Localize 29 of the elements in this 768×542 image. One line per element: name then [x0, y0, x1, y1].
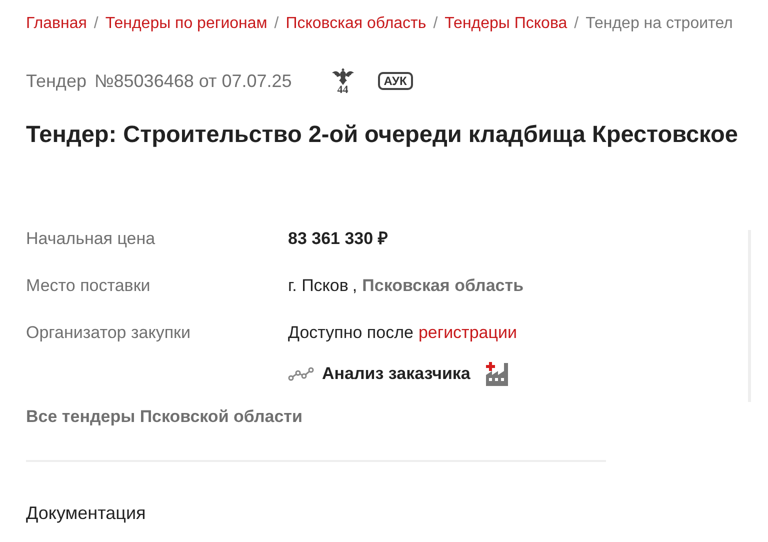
registration-link[interactable]: регистрации [418, 320, 517, 346]
breadcrumb-separator: / [94, 14, 98, 34]
breadcrumb-link[interactable]: Тендеры Пскова [444, 12, 568, 36]
price-value: 83 361 330 ₽ [288, 228, 388, 250]
chart-line-icon [288, 367, 314, 382]
section-heading: Документация [26, 502, 147, 526]
field-label: Место поставки [26, 274, 152, 297]
field-label: Организатор закупки [26, 322, 192, 344]
separator-text: , [352, 274, 358, 297]
field-label: Начальная цена [26, 228, 156, 250]
breadcrumb-link[interactable]: Псковская область [286, 12, 426, 36]
breadcrumb-separator: / [433, 14, 438, 34]
eagle-icon [332, 67, 354, 85]
breadcrumb-link[interactable]: Главная [26, 12, 87, 36]
factory-icon [484, 361, 510, 388]
city-value: г. Псков [288, 274, 348, 297]
locked-text: Доступно после [288, 322, 414, 344]
breadcrumb-separator: / [274, 14, 279, 34]
customer-analysis-link[interactable]: Анализ заказчика [322, 361, 470, 387]
region-tenders-link[interactable]: Все тендеры Псковской области [26, 404, 302, 430]
breadcrumb-link[interactable]: Тендеры по регионам [105, 12, 268, 36]
region-value: Псковская область [362, 274, 524, 297]
tender-label: Тендер [26, 70, 86, 93]
law-number: 44 [337, 85, 348, 95]
tender-title: Тендер: Строительство 2-ой очереди кладбища Крестовское [26, 120, 739, 148]
auction-badge: АУК [378, 72, 413, 90]
breadcrumb-separator: / [574, 14, 579, 34]
breadcrumb-current: Тендер на строител [586, 14, 733, 34]
tender-number: №85036468 от 07.07.25 [94, 70, 292, 92]
